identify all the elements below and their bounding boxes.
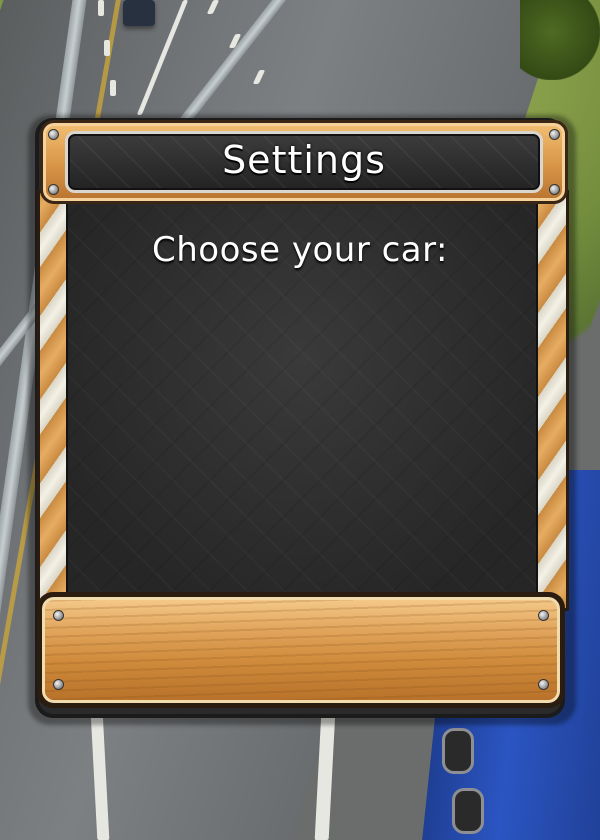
traffic-car [123, 0, 155, 26]
header-plate: Settings [65, 131, 543, 193]
lane-marking [110, 80, 116, 96]
screw-icon [538, 679, 549, 690]
choose-car-label: Choose your car: [152, 230, 448, 270]
screw-icon [53, 679, 64, 690]
lane-marking [98, 0, 104, 16]
wooden-footer-bar[interactable] [42, 597, 560, 703]
screw-icon [549, 184, 560, 195]
screw-icon [549, 129, 560, 140]
dialog-footer [37, 592, 565, 708]
tree [520, 0, 600, 80]
truck-wheel [442, 728, 474, 774]
lane-marking [104, 40, 110, 56]
screw-icon [48, 129, 59, 140]
screw-icon [53, 610, 64, 621]
dialog-header: Settings [40, 120, 568, 204]
truck-wheel [452, 788, 484, 834]
screw-icon [538, 610, 549, 621]
striped-post-right [533, 190, 569, 611]
screw-icon [48, 184, 59, 195]
dialog-title: Settings [222, 138, 386, 182]
